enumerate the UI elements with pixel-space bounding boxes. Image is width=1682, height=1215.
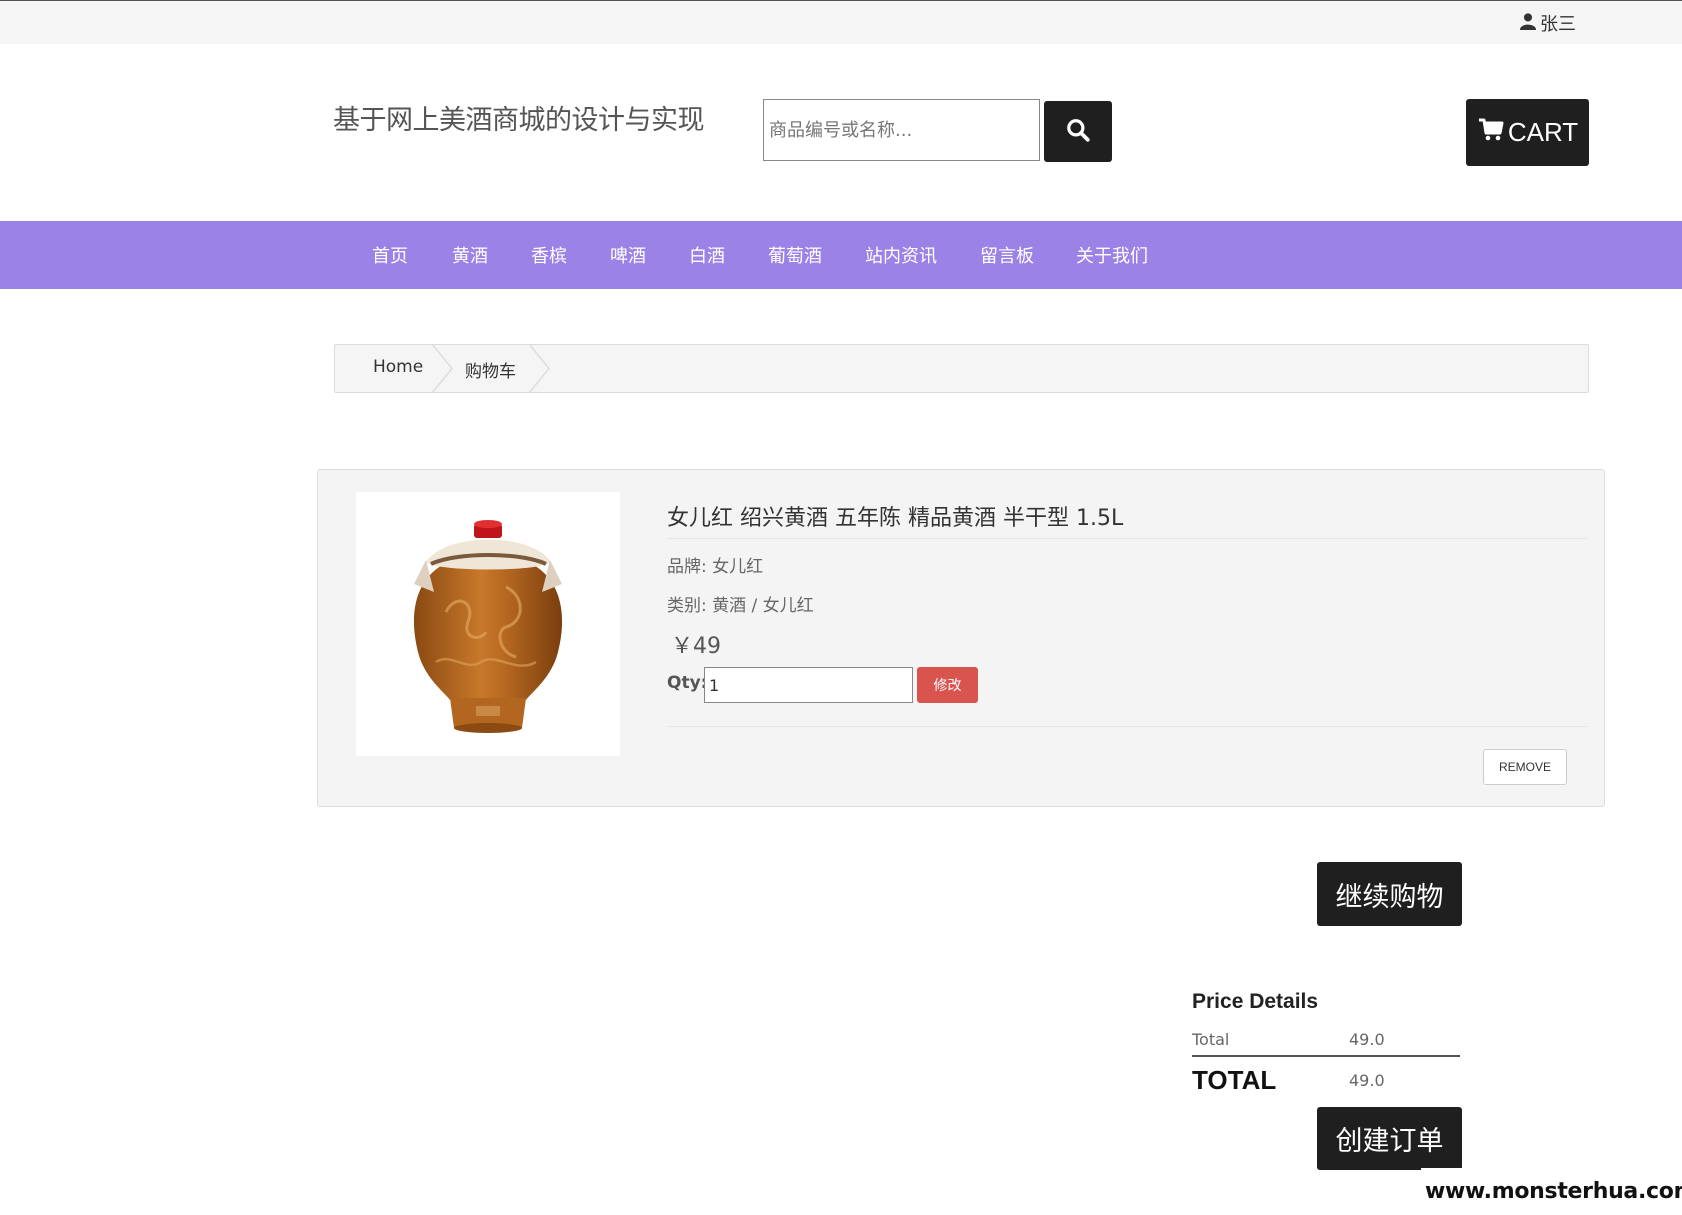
- cart-icon: [1477, 115, 1505, 150]
- search-icon: [1065, 117, 1091, 147]
- remove-button[interactable]: REMOVE: [1483, 749, 1567, 785]
- qty-label: Qty:: [667, 673, 708, 693]
- top-bar: 张三: [0, 0, 1682, 44]
- create-order-button[interactable]: 创建订单: [1317, 1107, 1462, 1170]
- product-price: ￥49: [671, 634, 721, 659]
- nav-item-baijiu[interactable]: 白酒: [689, 242, 725, 268]
- site-title: 基于网上美酒商城的设计与实现: [333, 105, 705, 136]
- wine-jar-illustration: [413, 520, 563, 733]
- divider: [667, 538, 1587, 539]
- modify-qty-button[interactable]: 修改: [917, 667, 978, 703]
- nav-item-news[interactable]: 站内资讯: [865, 242, 937, 268]
- nav-item-wine[interactable]: 葡萄酒: [768, 242, 822, 268]
- cart-label: CART: [1507, 117, 1579, 147]
- nav-item-beer[interactable]: 啤酒: [610, 242, 646, 268]
- breadcrumb-cart[interactable]: 购物车: [465, 357, 516, 382]
- continue-shopping-button[interactable]: 继续购物: [1317, 862, 1462, 926]
- breadcrumb-separator: [431, 344, 453, 393]
- product-title[interactable]: 女儿红 绍兴黄酒 五年陈 精品黄酒 半干型 1.5L: [667, 500, 1123, 532]
- watermark: www.monsterhua.com: [1421, 1168, 1682, 1215]
- grand-total-value: 49.0: [1349, 1071, 1385, 1090]
- user-menu[interactable]: 张三: [1519, 10, 1576, 36]
- breadcrumb-home[interactable]: Home: [373, 357, 423, 377]
- product-brand: 品牌: 女儿红: [667, 557, 764, 577]
- cart-item-panel: 女儿红 绍兴黄酒 五年陈 精品黄酒 半干型 1.5L 品牌: 女儿红 类别: 黄…: [317, 469, 1605, 807]
- grand-total-label: TOTAL: [1192, 1065, 1277, 1095]
- breadcrumb: Home 购物车: [334, 344, 1589, 393]
- nav-item-guestbook[interactable]: 留言板: [980, 242, 1034, 268]
- qty-input[interactable]: [704, 667, 913, 703]
- price-divider: [1192, 1055, 1460, 1057]
- price-details-title: Price Details: [1192, 990, 1319, 1013]
- divider: [667, 726, 1587, 727]
- user-icon: [1519, 12, 1537, 35]
- subtotal-label: Total: [1192, 1030, 1230, 1049]
- search-button[interactable]: [1044, 101, 1112, 162]
- nav-item-about[interactable]: 关于我们: [1076, 242, 1148, 268]
- username: 张三: [1540, 14, 1576, 35]
- cart-button[interactable]: CART: [1466, 99, 1589, 166]
- main-nav: 首页 黄酒 香槟 啤酒 白酒 葡萄酒 站内资讯 留言板 关于我们: [0, 221, 1682, 289]
- product-image[interactable]: [356, 492, 620, 756]
- search-input[interactable]: [763, 99, 1040, 161]
- product-category: 类别: 黄酒 / 女儿红: [667, 596, 814, 616]
- subtotal-value: 49.0: [1349, 1030, 1385, 1049]
- nav-item-huangjiu[interactable]: 黄酒: [452, 242, 488, 268]
- nav-item-home[interactable]: 首页: [372, 242, 408, 268]
- breadcrumb-separator: [528, 344, 550, 393]
- nav-item-champagne[interactable]: 香槟: [531, 242, 567, 268]
